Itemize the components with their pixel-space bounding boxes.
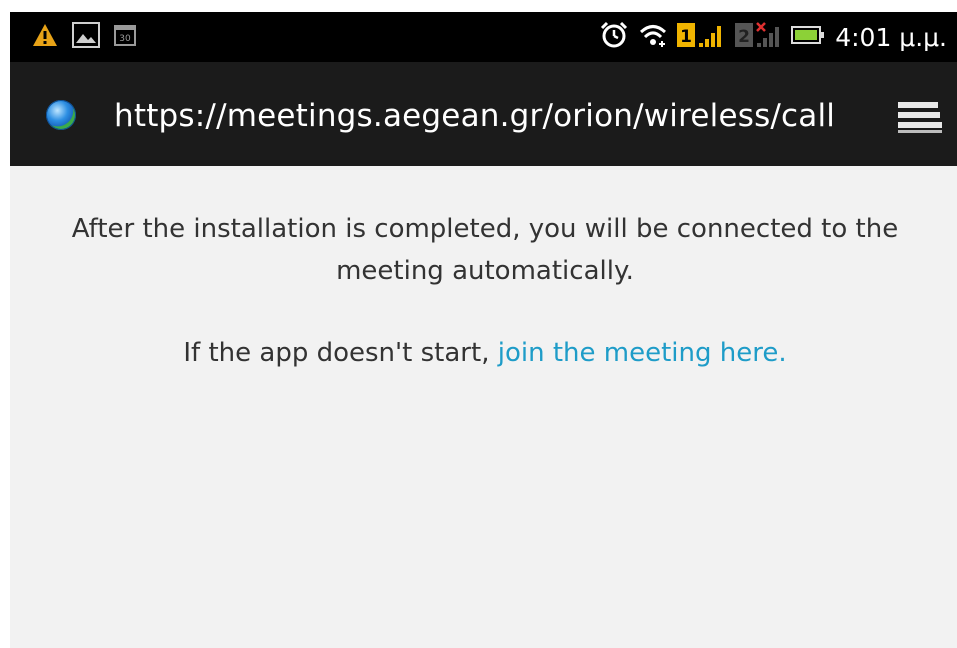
browser-toolbar: https://meetings.aegean.gr/orion/wireles… (10, 62, 957, 166)
wifi-icon (639, 22, 667, 53)
calendar-date: 30 (119, 34, 131, 44)
battery-icon (791, 24, 825, 51)
alarm-icon (599, 20, 629, 55)
phone-screen: 30 1 2 4:01 μ.μ. https://meetings.aegean… (10, 12, 957, 648)
url-field[interactable]: https://meetings.aegean.gr/orion/wireles… (114, 96, 884, 136)
image-icon (72, 21, 100, 53)
warning-icon (32, 23, 58, 52)
join-meeting-link[interactable]: join the meeting here. (498, 338, 787, 368)
fallback-message: If the app doesn't start, join the meeti… (50, 332, 920, 374)
sim2-no-signal-icon: 2 (735, 21, 781, 54)
sim1-signal-icon: 1 (677, 21, 725, 54)
globe-icon (46, 100, 76, 130)
tabs-menu-icon[interactable] (896, 98, 944, 136)
sim1-label: 1 (680, 27, 692, 47)
install-message: After the installation is completed, you… (71, 214, 899, 286)
sim2-label: 2 (738, 27, 750, 47)
calendar-icon: 30 (114, 24, 136, 51)
page-content: After the installation is completed, you… (10, 166, 957, 648)
clock: 4:01 μ.μ. (835, 22, 947, 52)
fallback-prefix: If the app doesn't start, (183, 338, 498, 368)
notification-icons: 30 (32, 21, 136, 53)
status-bar: 30 1 2 4:01 μ.μ. (10, 12, 957, 62)
system-icons: 1 2 4:01 μ.μ. (599, 20, 947, 54)
